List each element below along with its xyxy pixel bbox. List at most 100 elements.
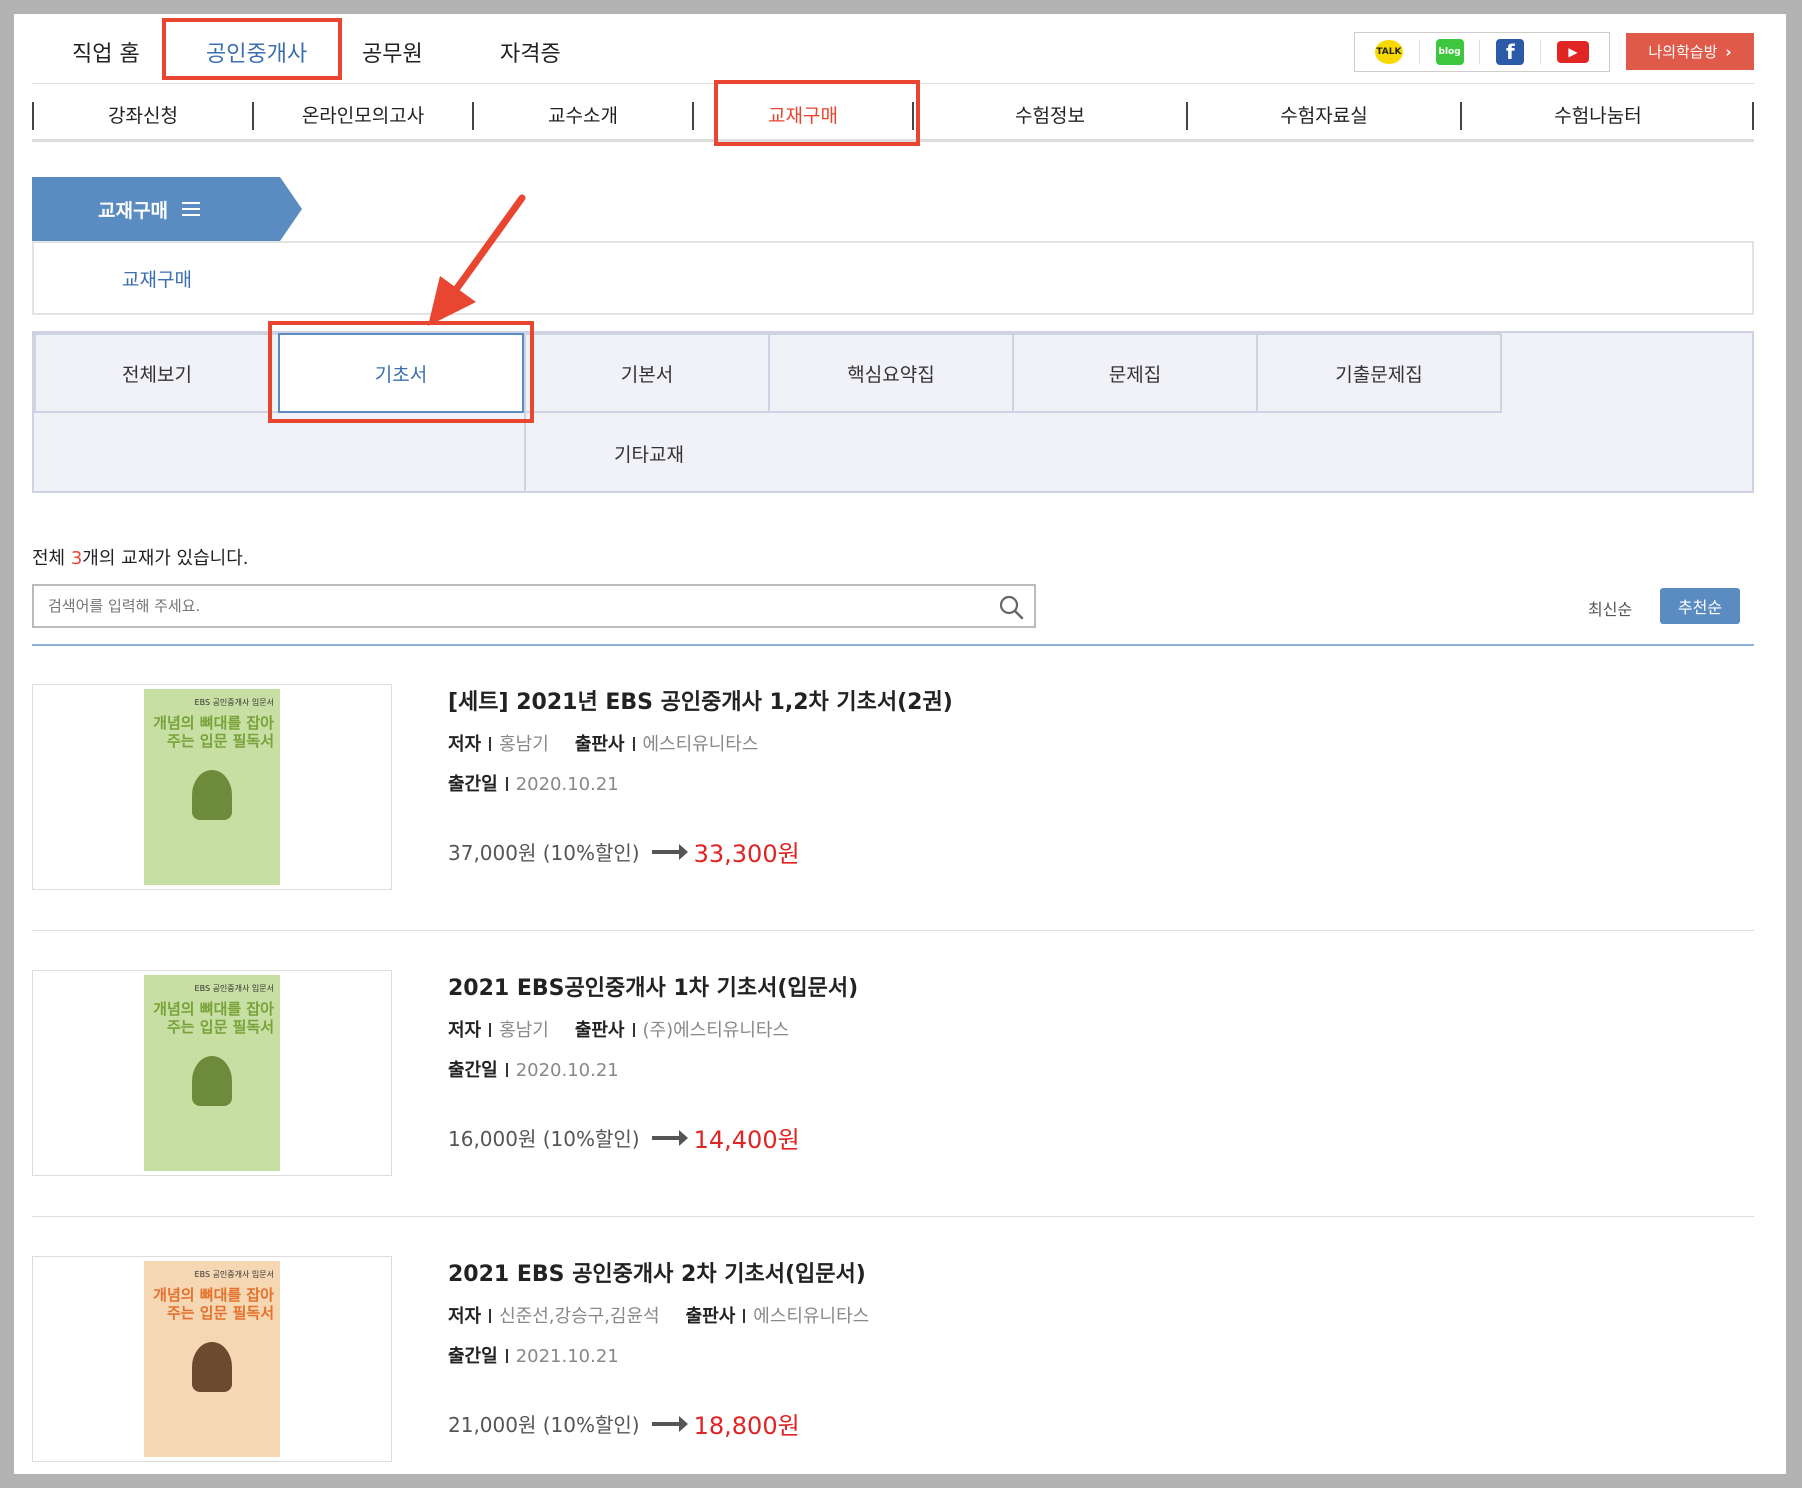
youtube-icon[interactable]: ▶ — [1556, 41, 1589, 63]
book-date-line: 출간일 2020.10.21 — [448, 1056, 858, 1082]
top-nav-job-home[interactable]: 직업 홈 — [72, 36, 140, 68]
arrow-right-icon — [651, 1129, 688, 1146]
book-title[interactable]: 2021 EBS공인중개사 1차 기초서(입문서) — [448, 970, 858, 1002]
result-count: 전체 3개의 교재가 있습니다. — [32, 544, 249, 570]
book-sale-price: 18,800원 — [693, 1412, 800, 1440]
author-label: 저자 — [448, 1020, 482, 1041]
arrow-right-icon — [651, 1415, 688, 1432]
book-publisher: 에스티유니타스 — [642, 734, 759, 755]
page: 직업 홈 공인중개사 공무원 자격증 TALK blog f ▶ 나의학습방 ›… — [14, 14, 1786, 1474]
sub-nav-exam-info[interactable]: 수험정보 — [914, 86, 1186, 142]
book-sale-price: 14,400원 — [693, 1126, 800, 1154]
category-banner-label: 교재구매 — [98, 199, 168, 222]
divider — [32, 644, 1754, 646]
search-input[interactable] — [34, 586, 974, 626]
book-info: [세트] 2021년 EBS 공인중개사 1,2차 기초서(2권) 저자 홍남기 출… — [448, 684, 953, 796]
cover-series: EBS 공인중개사 입문서 — [194, 1270, 274, 1279]
book-title[interactable]: [세트] 2021년 EBS 공인중개사 1,2차 기초서(2권) — [448, 684, 953, 716]
top-nav-certificate[interactable]: 자격증 — [500, 36, 561, 68]
result-count-prefix: 전체 — [32, 548, 71, 569]
book-date-line: 출간일 2021.10.21 — [448, 1342, 869, 1368]
divider — [1540, 40, 1542, 64]
book-pub-date: 2021.10.21 — [515, 1346, 619, 1367]
book-author: 홍남기 — [499, 1020, 549, 1041]
kakaotalk-icon[interactable]: TALK — [1374, 40, 1403, 64]
filter-tab-other[interactable]: 기타교재 — [526, 413, 772, 493]
my-study-button[interactable]: 나의학습방 › — [1626, 33, 1754, 70]
search-icon[interactable] — [998, 594, 1024, 620]
book-info: 2021 EBS 공인중개사 2차 기초서(입문서) 저자 신준선,강승구,김윤석… — [448, 1256, 869, 1368]
pub-date-label: 출간일 — [448, 1346, 498, 1367]
book-cover-image: EBS 공인중개사 입문서 개념의 뼈대를 잡아주는 입문 필독서 — [144, 689, 280, 885]
sub-nav-books[interactable]: 교재구매 — [694, 86, 912, 142]
cover-illustration — [192, 1342, 232, 1392]
sub-nav-resources[interactable]: 수험자료실 — [1188, 86, 1460, 142]
filter-tab-all[interactable]: 전체보기 — [34, 333, 280, 413]
publisher-label: 출판사 — [685, 1306, 736, 1327]
divider — [1418, 40, 1420, 64]
book-thumbnail[interactable]: EBS 공인중개사 입문서 개념의 뼈대를 잡아주는 입문 필독서 — [32, 1256, 392, 1462]
top-nav-civil-servant[interactable]: 공무원 — [362, 36, 423, 68]
cover-title: 개념의 뼈대를 잡아주는 입문 필독서 — [153, 714, 274, 750]
cover-series: EBS 공인중개사 입문서 — [194, 698, 274, 707]
filter-tab-basic[interactable]: 기본서 — [524, 333, 770, 413]
publisher-label: 출판사 — [574, 734, 625, 755]
sort-recommended-button[interactable]: 추천순 — [1660, 588, 1740, 624]
cover-title: 개념의 뼈대를 잡아주는 입문 필독서 — [153, 1286, 274, 1322]
book-original-price: 21,000원 (10%할인) — [448, 1413, 640, 1437]
book-meta-line: 저자 홍남기 출판사 에스티유니타스 — [448, 730, 953, 756]
filter-tab-problems[interactable]: 문제집 — [1012, 333, 1258, 413]
book-item: EBS 공인중개사 입문서 개념의 뼈대를 잡아주는 입문 필독서 2021 E… — [32, 970, 1754, 1220]
blog-icon[interactable]: blog — [1435, 39, 1464, 65]
cover-title: 개념의 뼈대를 잡아주는 입문 필독서 — [153, 1000, 274, 1036]
book-pub-date: 2020.10.21 — [515, 1060, 619, 1081]
pub-date-label: 출간일 — [448, 774, 498, 795]
book-item: EBS 공인중개사 입문서 개념의 뼈대를 잡아주는 입문 필독서 2021 E… — [32, 1256, 1754, 1474]
annotation-arrow-icon — [428, 194, 526, 326]
divider — [32, 930, 1754, 931]
book-title[interactable]: 2021 EBS 공인중개사 2차 기초서(입문서) — [448, 1256, 869, 1288]
book-author: 신준선,강승구,김윤석 — [499, 1306, 660, 1327]
book-thumbnail[interactable]: EBS 공인중개사 입문서 개념의 뼈대를 잡아주는 입문 필독서 — [32, 684, 392, 890]
filter-tab-basic-intro[interactable]: 기초서 — [278, 333, 524, 413]
book-publisher: (주)에스티유니타스 — [642, 1020, 790, 1041]
sub-nav: 강좌신청 온라인모의고사 교수소개 교재구매 수험정보 수험자료실 수험나눔터 — [32, 86, 1754, 142]
filter-tab-past-exams[interactable]: 기출문제집 — [1256, 333, 1502, 413]
chevron-right-icon: › — [1725, 42, 1732, 61]
cover-illustration — [192, 1056, 232, 1106]
sub-nav-mock-exam[interactable]: 온라인모의고사 — [254, 86, 472, 142]
result-count-number: 3 — [70, 548, 83, 569]
book-price: 16,000원 (10%할인) 14,400원 — [448, 1120, 800, 1155]
book-thumbnail[interactable]: EBS 공인중개사 입문서 개념의 뼈대를 잡아주는 입문 필독서 — [32, 970, 392, 1176]
result-count-suffix: 개의 교재가 있습니다. — [82, 548, 249, 569]
top-nav-realtor[interactable]: 공인중개사 — [206, 36, 307, 68]
search-box — [32, 584, 1036, 628]
book-original-price: 37,000원 (10%할인) — [448, 841, 640, 865]
my-study-label: 나의학습방 — [1648, 43, 1718, 61]
author-label: 저자 — [448, 1306, 482, 1327]
book-meta-line: 저자 신준선,강승구,김윤석 출판사 에스티유니타스 — [448, 1302, 869, 1328]
filter-tab-summary[interactable]: 핵심요약집 — [768, 333, 1014, 413]
sub-nav-community[interactable]: 수험나눔터 — [1462, 86, 1734, 142]
book-info: 2021 EBS공인중개사 1차 기초서(입문서) 저자 홍남기 출판사 (주)에스티… — [448, 970, 858, 1082]
sub-nav-lecture[interactable]: 강좌신청 — [34, 86, 252, 142]
category-panel: 교재구매 — [32, 241, 1754, 315]
book-price: 37,000원 (10%할인) 33,300원 — [448, 834, 800, 869]
category-banner[interactable]: 교재구매 — [32, 177, 302, 241]
filter-grid: 전체보기 기초서 기본서 핵심요약집 문제집 기출문제집 기타교재 — [32, 331, 1754, 493]
social-links: TALK blog f ▶ — [1354, 32, 1610, 72]
author-label: 저자 — [448, 734, 482, 755]
publisher-label: 출판사 — [574, 1020, 625, 1041]
sub-nav-professors[interactable]: 교수소개 — [474, 86, 692, 142]
sort-newest-button[interactable]: 최신순 — [1588, 596, 1632, 620]
category-link-books[interactable]: 교재구매 — [122, 265, 192, 292]
book-meta-line: 저자 홍남기 출판사 (주)에스티유니타스 — [448, 1016, 858, 1042]
cover-illustration — [192, 770, 232, 820]
arrow-right-icon — [651, 843, 688, 860]
book-date-line: 출간일 2020.10.21 — [448, 770, 953, 796]
divider — [32, 1216, 1754, 1217]
facebook-icon[interactable]: f — [1496, 39, 1525, 65]
book-original-price: 16,000원 (10%할인) — [448, 1127, 640, 1151]
book-item: EBS 공인중개사 입문서 개념의 뼈대를 잡아주는 입문 필독서 [세트] 2… — [32, 684, 1754, 934]
book-sale-price: 33,300원 — [693, 840, 800, 868]
